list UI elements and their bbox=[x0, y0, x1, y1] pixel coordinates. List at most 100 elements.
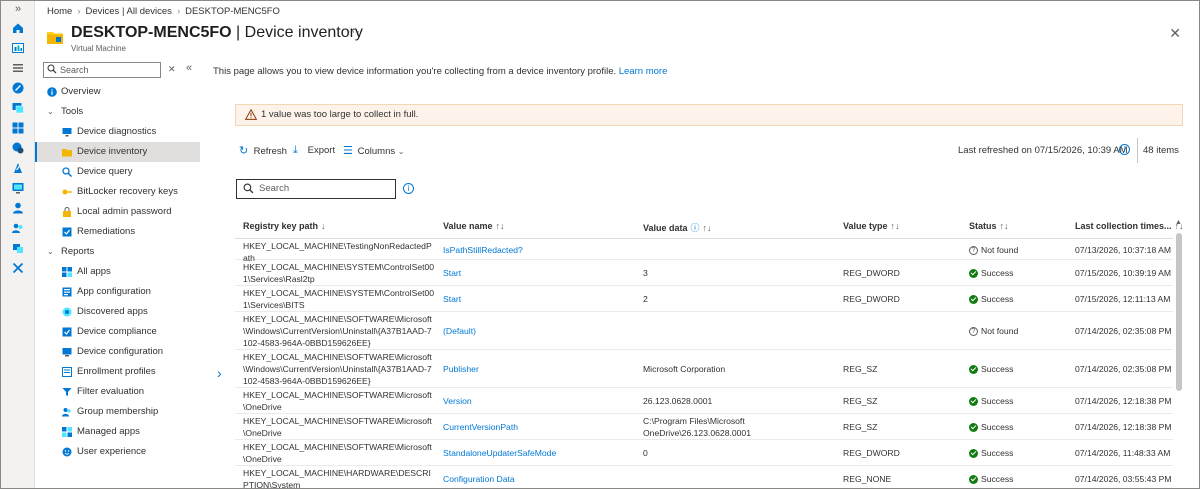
remediation-icon bbox=[62, 227, 72, 237]
value-name-link[interactable]: CurrentVersionPath bbox=[443, 421, 518, 433]
columns-button[interactable]: ☰ Columns ⌄ bbox=[343, 144, 404, 157]
chevron-down-icon: ⌄ bbox=[47, 107, 54, 116]
columns-icon: ☰ bbox=[343, 145, 353, 157]
nav-item-device-diagnostics[interactable]: Device diagnostics bbox=[35, 122, 200, 142]
column-header-value-data[interactable]: Value data ⓘ ↑↓ bbox=[643, 221, 712, 234]
nav-group-tools[interactable]: ⌄ Tools bbox=[35, 102, 200, 122]
breadcrumb-home[interactable]: Home bbox=[47, 6, 72, 17]
info-icon[interactable]: ⓘ bbox=[691, 223, 700, 233]
status-cell: Success bbox=[969, 293, 1013, 305]
value-name-link[interactable]: Start bbox=[443, 293, 461, 305]
table-scrollbar[interactable]: ▲ bbox=[1175, 219, 1183, 488]
table-row[interactable]: HKEY_LOCAL_MACHINE\SYSTEM\ControlSet001\… bbox=[235, 260, 1173, 286]
nav-search-input[interactable]: Search bbox=[43, 62, 161, 78]
nav-item-all-apps[interactable]: All apps bbox=[35, 262, 200, 282]
table-row[interactable]: HKEY_LOCAL_MACHINE\SOFTWARE\Microsoft\On… bbox=[235, 414, 1173, 440]
value-data: 0 bbox=[643, 448, 648, 458]
expand-pane-icon[interactable]: › bbox=[217, 365, 222, 381]
status-cell: Success bbox=[969, 473, 1013, 485]
nav-item-bitlocker-recovery-keys[interactable]: BitLocker recovery keys bbox=[35, 182, 200, 202]
not-found-icon: ? bbox=[969, 245, 978, 255]
breadcrumb-all-devices[interactable]: Devices | All devices bbox=[86, 6, 172, 17]
refresh-button[interactable]: ↻ Refresh bbox=[239, 144, 287, 157]
column-header-value-type[interactable]: Value type ↑↓ bbox=[843, 221, 900, 231]
table-search-input[interactable]: Search bbox=[236, 179, 396, 199]
breadcrumb-device[interactable]: DESKTOP-MENC5FO bbox=[185, 6, 280, 17]
info-icon[interactable]: i bbox=[1119, 144, 1130, 155]
value-name-link[interactable]: IsPathStillRedacted? bbox=[443, 244, 523, 256]
groups-icon[interactable] bbox=[12, 182, 24, 194]
tenant-icon[interactable] bbox=[12, 242, 24, 254]
query-icon bbox=[62, 167, 72, 177]
value-name-link[interactable]: StandaloneUpdaterSafeMode bbox=[443, 447, 556, 459]
sort-icon[interactable]: ↑↓ bbox=[496, 221, 505, 231]
table-row[interactable]: HKEY_LOCAL_MACHINE\SYSTEM\ControlSet001\… bbox=[235, 286, 1173, 312]
nav-item-enrollment-profiles[interactable]: Enrollment profiles bbox=[35, 362, 200, 382]
value-name-link[interactable]: Publisher bbox=[443, 363, 479, 375]
learn-more-link[interactable]: Learn more bbox=[619, 66, 668, 77]
column-header-value-name[interactable]: Value name ↑↓ bbox=[443, 221, 505, 231]
all-services-icon[interactable] bbox=[12, 62, 24, 74]
reports-icon[interactable] bbox=[12, 142, 24, 154]
nav-item-overview[interactable]: Overview bbox=[35, 82, 200, 102]
sort-icon[interactable]: ↑↓ bbox=[703, 223, 712, 233]
nav-group-reports[interactable]: ⌄ Reports bbox=[35, 242, 200, 262]
nav-item-remediations[interactable]: Remediations bbox=[35, 222, 200, 242]
nav-item-device-configuration[interactable]: Device configuration bbox=[35, 342, 200, 362]
clear-search-icon[interactable]: ✕ bbox=[168, 64, 176, 75]
table-row[interactable]: HKEY_LOCAL_MACHINE\HARDWARE\DESCRIPTION\… bbox=[235, 466, 1173, 488]
table-row[interactable]: HKEY_LOCAL_MACHINE\SOFTWARE\Microsoft\Wi… bbox=[235, 312, 1173, 350]
value-name-link[interactable]: Version bbox=[443, 395, 472, 407]
scroll-up-icon[interactable]: ▲ bbox=[1175, 219, 1182, 226]
table-row[interactable]: HKEY_LOCAL_MACHINE\SOFTWARE\Microsoft\On… bbox=[235, 440, 1173, 466]
more-icon[interactable]: ··· bbox=[347, 26, 361, 38]
nav-item-filter-evaluation[interactable]: Filter evaluation bbox=[35, 382, 200, 402]
nav-item-device-query[interactable]: Device query bbox=[35, 162, 200, 182]
table-row[interactable]: HKEY_LOCAL_MACHINE\TestingNonRedactedPat… bbox=[235, 239, 1173, 263]
sort-icon[interactable]: ↑↓ bbox=[1000, 221, 1009, 231]
scrollbar-thumb[interactable] bbox=[1176, 233, 1182, 391]
value-data: Microsoft Corporation bbox=[643, 364, 726, 374]
devices-icon[interactable] bbox=[12, 82, 24, 94]
monitor-icon bbox=[62, 128, 72, 137]
last-collection-time: 07/14/2026, 02:35:08 PM bbox=[1075, 364, 1172, 374]
value-data: 2 bbox=[643, 294, 648, 304]
endpoint-security-icon[interactable] bbox=[12, 122, 24, 134]
column-header-status[interactable]: Status ↑↓ bbox=[969, 221, 1009, 231]
tenant-admin-icon[interactable] bbox=[12, 202, 24, 214]
nav-item-group-membership[interactable]: Group membership bbox=[35, 402, 200, 422]
column-header-registry-key-path[interactable]: Registry key path ↓ bbox=[243, 221, 326, 231]
expand-icon[interactable]: » bbox=[1, 3, 35, 15]
troubleshooting-icon[interactable] bbox=[12, 222, 24, 234]
export-label: Export bbox=[307, 145, 336, 156]
collapse-nav-icon[interactable]: « bbox=[186, 62, 192, 74]
apps-icon[interactable] bbox=[12, 102, 24, 114]
table-row[interactable]: HKEY_LOCAL_MACHINE\SOFTWARE\Microsoft\On… bbox=[235, 388, 1173, 414]
table-row[interactable]: HKEY_LOCAL_MACHINE\SOFTWARE\Microsoft\Wi… bbox=[235, 350, 1173, 388]
not-found-icon: ? bbox=[969, 326, 978, 336]
sort-icon[interactable]: ↑↓ bbox=[891, 221, 900, 231]
export-button[interactable]: ⤓ Export bbox=[293, 144, 335, 157]
value-name-link[interactable]: (Default) bbox=[443, 325, 476, 337]
sort-icon[interactable]: ↓ bbox=[321, 221, 326, 231]
page-name: Device inventory bbox=[244, 24, 363, 41]
nav-item-managed-apps[interactable]: Managed apps bbox=[35, 422, 200, 442]
column-label: Value data bbox=[643, 223, 688, 233]
search-info-icon[interactable]: i bbox=[403, 183, 414, 194]
nav-item-discovered-apps[interactable]: Discovered apps bbox=[35, 302, 200, 322]
dashboard-icon[interactable] bbox=[12, 42, 24, 54]
nav-item-app-configuration[interactable]: App configuration bbox=[35, 282, 200, 302]
close-icon[interactable]: ✕ bbox=[1169, 25, 1181, 42]
nav-item-user-experience[interactable]: User experience bbox=[35, 442, 200, 462]
column-header-last-collection-times[interactable]: Last collection times... ↑↓ bbox=[1075, 221, 1184, 231]
nav-item-device-inventory[interactable]: Device inventory bbox=[35, 142, 200, 162]
nav-label: BitLocker recovery keys bbox=[77, 186, 178, 197]
users-icon[interactable] bbox=[12, 162, 24, 174]
value-name-link[interactable]: Start bbox=[443, 267, 461, 279]
tools-icon[interactable] bbox=[12, 262, 24, 274]
folder-icon bbox=[62, 149, 72, 157]
home-icon[interactable] bbox=[12, 22, 24, 34]
value-name-link[interactable]: Configuration Data bbox=[443, 473, 515, 485]
nav-item-device-compliance[interactable]: Device compliance bbox=[35, 322, 200, 342]
nav-item-local-admin-password[interactable]: Local admin password bbox=[35, 202, 200, 222]
